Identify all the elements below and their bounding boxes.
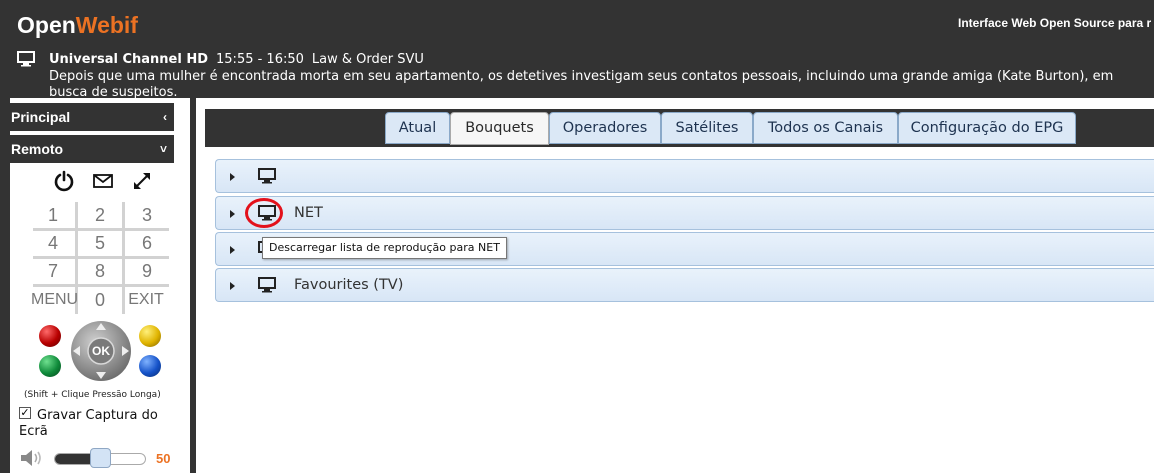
expand-arrow-icon[interactable] (230, 210, 235, 218)
highlight-circle (245, 198, 283, 228)
green-button[interactable] (39, 355, 61, 377)
bouquet-row[interactable] (215, 159, 1154, 193)
mail-icon[interactable] (92, 170, 116, 194)
expand-arrow-icon[interactable] (230, 173, 235, 181)
tab-todos-canais[interactable]: Todos os Canais (753, 112, 898, 144)
now-channel: Universal Channel HD (49, 52, 209, 67)
key-1[interactable]: 1 (31, 201, 75, 229)
red-button[interactable] (39, 325, 61, 347)
key-8[interactable]: 8 (78, 257, 122, 285)
key-exit[interactable]: EXIT (124, 286, 168, 314)
key-4[interactable]: 4 (31, 229, 75, 257)
now-description: Depois que uma mulher é encontrada morta… (49, 69, 1114, 100)
key-0[interactable]: 0 (78, 286, 122, 314)
logo-open: Open (17, 12, 76, 38)
key-7[interactable]: 7 (31, 257, 75, 285)
key-6[interactable]: 6 (125, 229, 169, 257)
bouquet-label: NET (294, 205, 323, 221)
now-playing: Universal Channel HD 15:55 - 16:50 Law & O… (49, 52, 432, 67)
logo[interactable]: OpenWebif (17, 12, 138, 39)
principal-label: Principal (11, 109, 71, 125)
key-2[interactable]: 2 (78, 201, 122, 229)
ok-button[interactable]: OK (86, 344, 116, 358)
volume-handle[interactable] (89, 448, 111, 468)
remoto-label: Remoto (11, 141, 64, 157)
capture-checkbox[interactable]: ✓ (19, 407, 31, 419)
now-title: Law & Order SVU (311, 52, 424, 67)
tv-icon (17, 51, 35, 71)
tab-configuracao-epg[interactable]: Configuração do EPG (898, 112, 1076, 144)
bouquet-row[interactable]: NET (215, 196, 1154, 230)
principal-header[interactable]: Principal ‹ (6, 103, 174, 131)
tab-operadores[interactable]: Operadores (549, 112, 661, 144)
bouquet-label: Favourites (TV) (294, 277, 404, 293)
tagline: Interface Web Open Source para r (958, 16, 1152, 30)
tooltip: Descarregar lista de reprodução para NET (262, 237, 507, 259)
now-time: 15:55 - 16:50 (216, 52, 304, 67)
volume-icon[interactable] (19, 448, 45, 472)
key-3[interactable]: 3 (125, 201, 169, 229)
tab-satelites[interactable]: Satélites (661, 112, 753, 144)
bouquet-row[interactable]: Favourites (TV) (215, 268, 1154, 302)
expand-arrow-icon[interactable] (230, 246, 235, 254)
header: OpenWebif Interface Web Open Source para… (0, 0, 1154, 100)
blue-button[interactable] (139, 355, 161, 377)
capture-label-2: Ecrã (19, 424, 48, 439)
tv-icon[interactable] (258, 277, 276, 297)
hint-text: (Shift + Clique Pressão Longa) (24, 390, 161, 400)
key-menu[interactable]: MENU (31, 286, 78, 314)
yellow-button[interactable] (139, 325, 161, 347)
key-5[interactable]: 5 (78, 229, 122, 257)
capture-label: Gravar Captura do (37, 408, 158, 423)
tab-bouquets[interactable]: Bouquets (450, 112, 549, 145)
chevron-down-icon: ˅ (159, 142, 167, 156)
power-icon[interactable] (53, 170, 77, 194)
volume-value: 50 (156, 451, 171, 466)
logo-webif: Webif (75, 12, 138, 38)
tv-icon[interactable] (258, 168, 276, 188)
remoto-header[interactable]: Remoto ˅ (6, 135, 174, 163)
key-9[interactable]: 9 (125, 257, 169, 285)
fullscreen-icon[interactable] (131, 170, 155, 194)
expand-arrow-icon[interactable] (230, 282, 235, 290)
chevron-left-icon: ‹ (163, 110, 167, 124)
tab-atual[interactable]: Atual (385, 112, 450, 144)
